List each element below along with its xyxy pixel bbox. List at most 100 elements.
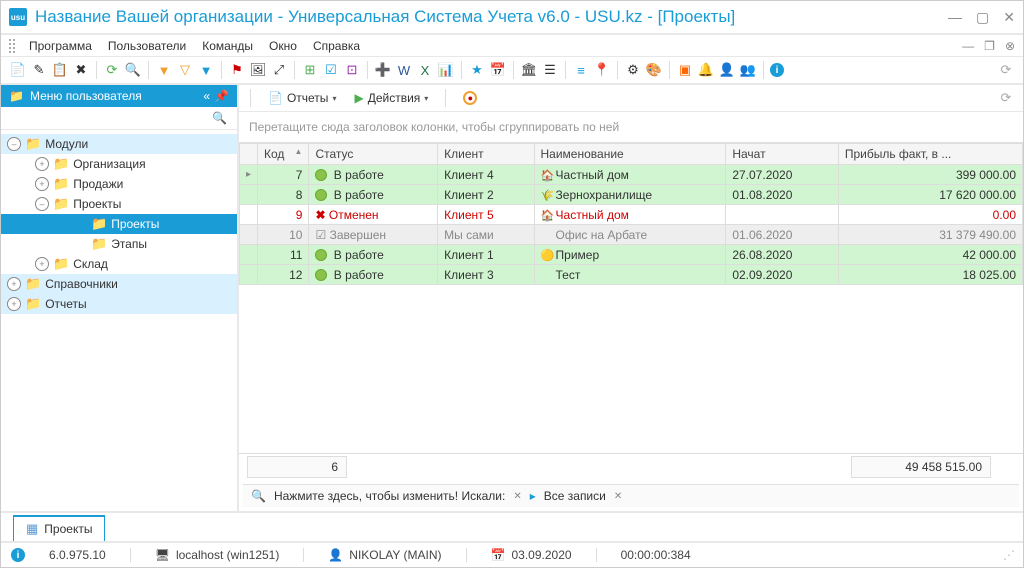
column-header[interactable]: Начат [726,144,839,165]
column-header[interactable]: Прибыль факт, в ... [838,144,1022,165]
mdi-minimize-icon[interactable]: — [962,39,974,53]
tab-projects[interactable]: ▦ Проекты [13,515,105,541]
list-icon[interactable]: ≡ [572,61,590,79]
tree-item-Этапы[interactable]: 📁Этапы [1,234,237,254]
filter-label[interactable]: Все записи [544,489,606,503]
info-icon[interactable]: i [770,63,784,77]
building-icon[interactable]: 🏛 [520,61,538,79]
content-toolbar: 📄 Отчеты ▾ ▶ Действия ▾ ● ⟳ [239,85,1023,112]
column-header[interactable]: Клиент [438,144,534,165]
tree-item-Проекты[interactable]: 📁Проекты [1,214,237,234]
search-icon: 🔍 [251,489,266,503]
layers-icon[interactable]: ☰ [541,61,559,79]
time-label: 00:00:00:384 [621,548,691,562]
summary-count: 6 [247,456,347,478]
rss-icon[interactable]: ▣ [676,61,694,79]
actions-button[interactable]: ▶ Действия ▾ [350,89,432,107]
filter3-icon[interactable]: ▼ [197,61,215,79]
table-row[interactable]: 10☑ ЗавершенМы самиОфис на Арбате01.06.2… [240,225,1023,245]
sidebar-search: 🔍 [1,107,237,130]
menu-Пользователи[interactable]: Пользователи [100,37,194,55]
play-icon: ▶ [354,91,363,105]
refresh-icon[interactable]: ⟳ [103,61,121,79]
delete-icon[interactable]: ✖ [72,61,90,79]
cal-icon[interactable]: 📅 [489,61,507,79]
version-label: 6.0.975.10 [49,548,106,562]
add-icon[interactable]: ➕ [374,61,392,79]
server-icon: 🖥 [155,548,170,562]
expand-icon[interactable]: ⤢ [270,61,288,79]
table-row[interactable]: 11 В работеКлиент 1🟡Пример26.08.202042 0… [240,245,1023,265]
menu-Команды[interactable]: Команды [194,37,261,55]
bell-icon[interactable]: 🔔 [697,61,715,79]
search-hint[interactable]: Нажмите здесь, чтобы изменить! Искали: [274,489,505,503]
table-row[interactable]: ▸7 В работеКлиент 4🏠Частный дом27.07.202… [240,165,1023,185]
resize-grip[interactable]: ⋰ [1003,548,1013,562]
gear-icon[interactable]: ⚙ [624,61,642,79]
excel-icon[interactable]: X [416,61,434,79]
palette-icon[interactable]: 🎨 [645,61,663,79]
data-grid[interactable]: Код▲СтатусКлиентНаименованиеНачатПрибыль… [239,143,1023,453]
pin-icon[interactable]: 📍 [593,61,611,79]
folder-icon: 📁 [53,256,69,272]
menu-Программа[interactable]: Программа [21,37,100,55]
mdi-restore-icon[interactable]: ❐ [984,39,995,53]
help2-icon[interactable]: ⟳ [997,89,1015,107]
menu-Окно[interactable]: Окно [261,37,305,55]
user-icon[interactable]: 👤 [718,61,736,79]
tool1-icon[interactable]: ⊞ [301,61,319,79]
filter-icon[interactable]: ▼ [155,61,173,79]
report-icon: 📄 [268,91,283,105]
group-panel[interactable]: Перетащите сюда заголовок колонки, чтобы… [239,112,1023,143]
word-icon[interactable]: W [395,61,413,79]
tool2-icon[interactable]: ☑ [322,61,340,79]
new-icon[interactable]: 📄 [9,61,27,79]
tree-item-Модули[interactable]: –📁Модули [1,134,237,154]
window-controls: — ▢ ✕ [948,9,1015,26]
edit-icon[interactable]: ✎ [30,61,48,79]
tree-item-Продажи[interactable]: +📁Продажи [1,174,237,194]
collapse-icon[interactable]: « [203,89,210,103]
content-area: 📄 Отчеты ▾ ▶ Действия ▾ ● ⟳ Перетащите с… [239,85,1023,511]
search-icon[interactable]: 🔍 [124,61,142,79]
summary-row: 6 49 458 515.00 [239,453,1023,480]
stop-button[interactable]: ● [459,89,481,107]
star-icon[interactable]: ★ [468,61,486,79]
table-row[interactable]: 8 В работеКлиент 2🌾Зернохранилище01.08.2… [240,185,1023,205]
filter2-icon[interactable]: ▽ [176,61,194,79]
column-header[interactable]: Код▲ [258,144,309,165]
tree-item-Проекты[interactable]: –📁Проекты [1,194,237,214]
mdi-close-icon[interactable]: ⊗ [1005,39,1015,53]
pin-sidebar-icon[interactable]: 📌 [214,89,229,103]
table-row[interactable]: 12 В работеКлиент 3Тест02.09.202018 025.… [240,265,1023,285]
minimize-icon[interactable]: — [948,9,962,26]
menu-Справка[interactable]: Справка [305,37,368,55]
tree-item-Организация[interactable]: +📁Организация [1,154,237,174]
info-icon[interactable]: i [11,548,25,562]
table-row[interactable]: 9✖ ОтмененКлиент 5🏠Частный дом0.00 [240,205,1023,225]
users-icon[interactable]: 👥 [739,61,757,79]
column-header[interactable]: Статус [309,144,438,165]
column-header[interactable]: Наименование [534,144,726,165]
chart-icon[interactable]: 📊 [437,61,455,79]
folder-icon: 📁 [53,176,69,192]
picture-icon[interactable]: 🖼 [249,61,267,79]
close-icon[interactable]: ✕ [1003,9,1015,26]
tree-item-Справочники[interactable]: +📁Справочники [1,274,237,294]
flag-red-icon[interactable]: ⚑ [228,61,246,79]
host-label: 🖥 localhost (win1251) [155,548,280,562]
maximize-icon[interactable]: ▢ [976,9,989,26]
tree-item-Отчеты[interactable]: +📁Отчеты [1,294,237,314]
user-menu-header: 📁 Меню пользователя « 📌 [1,85,237,107]
date-label: 📅 03.09.2020 [491,548,572,562]
tool3-icon[interactable]: ⊡ [343,61,361,79]
calendar-icon: 📅 [491,548,506,562]
copy-icon[interactable]: 📋 [51,61,69,79]
user-label: 👤 NIKOLAY (MAIN) [328,548,441,562]
search-icon[interactable]: 🔍 [212,111,233,125]
reports-button[interactable]: 📄 Отчеты ▾ [264,89,340,107]
clear-search-icon[interactable]: ✕ [513,491,521,502]
help-icon[interactable]: ⟳ [997,61,1015,79]
tree-item-Склад[interactable]: +📁Склад [1,254,237,274]
clear-filter-icon[interactable]: ✕ [614,491,622,502]
